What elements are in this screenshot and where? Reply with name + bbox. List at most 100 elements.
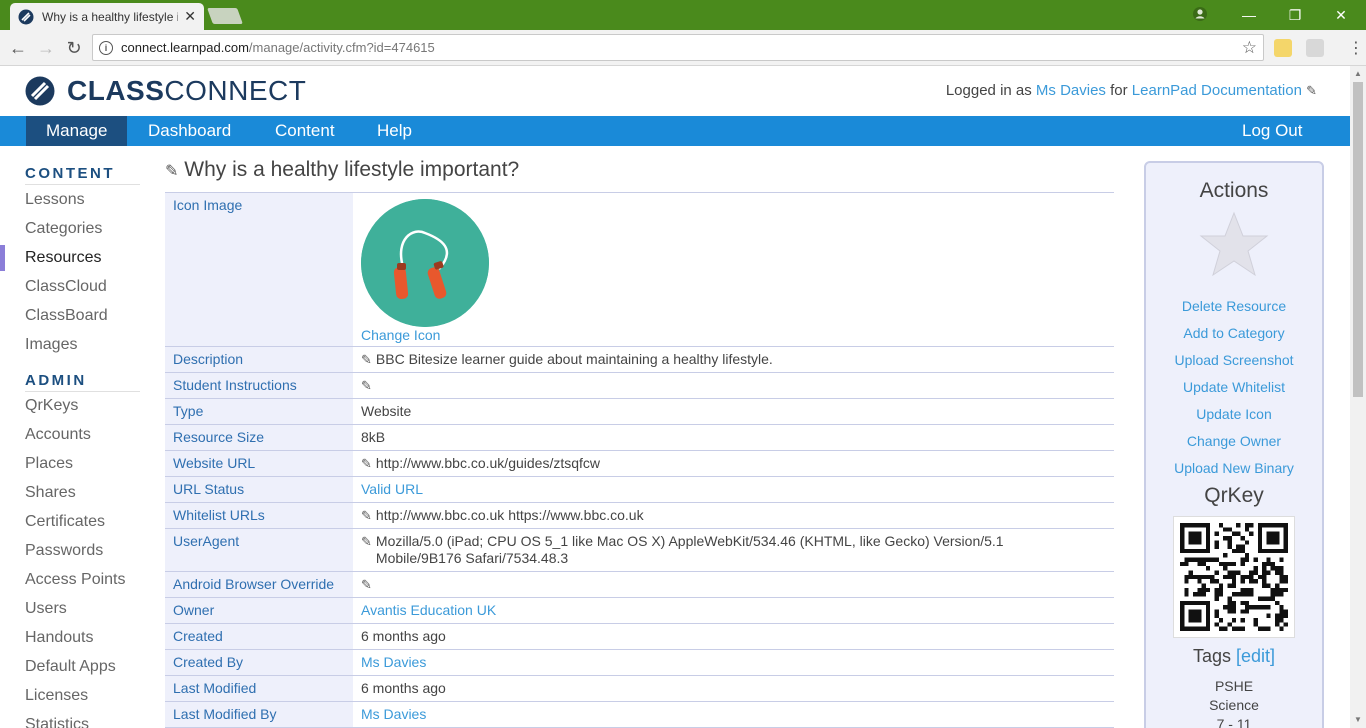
delete-resource-link[interactable]: Delete Resource xyxy=(1146,293,1322,320)
info-icon[interactable]: i xyxy=(99,40,113,55)
row-value: 6 months ago xyxy=(361,680,446,696)
tags-list: PSHE Science 7 - 11 xyxy=(1146,677,1322,728)
table-row: Created 6 months ago xyxy=(165,624,1114,650)
scroll-thumb[interactable] xyxy=(1353,82,1363,397)
useragent-text: Mozilla/5.0 (iPad; CPU OS 5_1 like Mac O… xyxy=(375,533,1004,566)
edit-pencil-icon[interactable]: ✎ xyxy=(361,351,372,368)
logout-button[interactable]: Log Out xyxy=(1222,116,1323,146)
sidebar-item-classboard[interactable]: ClassBoard xyxy=(25,307,108,325)
tag-item[interactable]: Science xyxy=(1146,696,1322,715)
sidebar-item-classcloud[interactable]: ClassCloud xyxy=(25,278,107,296)
upload-screenshot-link[interactable]: Upload Screenshot xyxy=(1146,347,1322,374)
edit-pencil-icon[interactable]: ✎ xyxy=(361,576,372,593)
add-to-category-link[interactable]: Add to Category xyxy=(1146,320,1322,347)
profile-icon[interactable] xyxy=(1190,4,1210,24)
created-by-link[interactable]: Ms Davies xyxy=(361,654,426,670)
table-row: Android Browser Override ✎ xyxy=(165,572,1114,598)
url-status-link[interactable]: Valid URL xyxy=(361,481,423,497)
table-row: UserAgent ✎ Mozilla/5.0 (iPad; CPU OS 5_… xyxy=(165,529,1114,572)
qr-code-icon xyxy=(1180,523,1288,631)
minimize-icon[interactable]: — xyxy=(1226,0,1272,30)
change-icon-link[interactable]: Change Icon xyxy=(361,327,1106,344)
row-value: ✎ BBC Bitesize learner guide about mainta… xyxy=(353,347,1114,372)
resource-details-table: Icon Image Change Icon Description ✎ BBC … xyxy=(165,192,1114,728)
upload-new-binary-link[interactable]: Upload New Binary xyxy=(1146,455,1322,482)
tag-item[interactable]: 7 - 11 xyxy=(1146,715,1322,728)
row-label: Android Browser Override xyxy=(165,572,353,597)
update-icon-link[interactable]: Update Icon xyxy=(1146,401,1322,428)
sidebar-item-shares[interactable]: Shares xyxy=(25,484,76,502)
sidebar-item-statistics[interactable]: Statistics xyxy=(25,716,89,728)
new-tab-button[interactable] xyxy=(207,8,243,24)
address-bar[interactable]: i connect.learnpad.com/manage/activity.c… xyxy=(92,34,1264,61)
row-value: ✎ http://www.bbc.co.uk https://www.bbc.co… xyxy=(353,503,1114,528)
cast-icon[interactable] xyxy=(1306,39,1324,57)
scroll-down-icon[interactable]: ▼ xyxy=(1350,712,1366,728)
table-row: Description ✎ BBC Bitesize learner guide … xyxy=(165,347,1114,373)
row-label: Student Instructions xyxy=(165,373,353,398)
user-link[interactable]: Ms Davies xyxy=(1036,82,1106,99)
browser-tab[interactable]: Why is a healthy lifestyle important? ✕ xyxy=(10,3,204,30)
owner-link[interactable]: Avantis Education UK xyxy=(361,602,496,618)
org-link[interactable]: LearnPad Documentation xyxy=(1132,82,1302,99)
sidebar-item-qrkeys[interactable]: QrKeys xyxy=(25,397,78,415)
page-scrollbar[interactable]: ▲ ▼ xyxy=(1350,66,1366,728)
edit-pencil-icon[interactable]: ✎ xyxy=(361,455,372,472)
modified-by-link[interactable]: Ms Davies xyxy=(361,706,426,722)
table-row: URL Status Valid URL xyxy=(165,477,1114,503)
back-arrow-icon[interactable]: ← xyxy=(6,36,30,60)
tab-title: Why is a healthy lifestyle important? xyxy=(42,9,178,24)
sidebar-item-places[interactable]: Places xyxy=(25,455,73,473)
bookmark-star-icon[interactable]: ☆ xyxy=(1242,38,1257,58)
sidebar-item-handouts[interactable]: Handouts xyxy=(25,629,94,647)
edit-pencil-icon[interactable]: ✎ xyxy=(361,507,372,524)
edit-pencil-icon[interactable]: ✎ xyxy=(361,377,372,394)
nav-content[interactable]: Content xyxy=(255,116,355,146)
row-label: Website URL xyxy=(165,451,353,476)
sidebar-item-resources[interactable]: Resources xyxy=(25,249,101,267)
edit-pencil-icon[interactable]: ✎ xyxy=(361,533,372,567)
sidebar-item-licenses[interactable]: Licenses xyxy=(25,687,88,705)
sidebar-item-access-points[interactable]: Access Points xyxy=(25,571,125,589)
sidebar-item-images[interactable]: Images xyxy=(25,336,77,354)
update-whitelist-link[interactable]: Update Whitelist xyxy=(1146,374,1322,401)
scroll-up-icon[interactable]: ▲ xyxy=(1350,66,1366,82)
nav-dashboard[interactable]: Dashboard xyxy=(128,116,251,146)
change-owner-link[interactable]: Change Owner xyxy=(1146,428,1322,455)
nav-help[interactable]: Help xyxy=(357,116,432,146)
close-tab-icon[interactable]: ✕ xyxy=(184,8,196,25)
row-label: Resource Size xyxy=(165,425,353,450)
actions-panel: Actions Delete Resource Add to Category … xyxy=(1144,161,1324,728)
sidebar-item-default-apps[interactable]: Default Apps xyxy=(25,658,116,676)
row-value: ✎ xyxy=(353,572,1114,597)
tags-edit-link[interactable]: [edit] xyxy=(1236,646,1275,666)
sidebar-item-passwords[interactable]: Passwords xyxy=(25,542,103,560)
row-value: ✎ xyxy=(353,373,1114,398)
sidebar-item-accounts[interactable]: Accounts xyxy=(25,426,91,444)
table-row: Owner Avantis Education UK xyxy=(165,598,1114,624)
sidebar-heading-admin: ADMIN xyxy=(25,372,87,389)
favourite-star-icon[interactable] xyxy=(1199,209,1269,279)
forward-arrow-icon[interactable]: → xyxy=(34,36,58,60)
edit-title-pencil-icon[interactable]: ✎ xyxy=(165,161,178,181)
extension-icon[interactable] xyxy=(1274,39,1292,57)
tag-item[interactable]: PSHE xyxy=(1146,677,1322,696)
row-label: Whitelist URLs xyxy=(165,503,353,528)
sidebar-item-lessons[interactable]: Lessons xyxy=(25,191,85,209)
row-label: Last Modified xyxy=(165,676,353,701)
sidebar-item-certificates[interactable]: Certificates xyxy=(25,513,105,531)
row-label: UserAgent xyxy=(165,529,353,571)
nav-manage[interactable]: Manage xyxy=(26,116,127,146)
sidebar-item-categories[interactable]: Categories xyxy=(25,220,102,238)
table-row: Last Modified 6 months ago xyxy=(165,676,1114,702)
browser-titlebar: Why is a healthy lifestyle important? ✕ … xyxy=(0,0,1366,30)
sidebar-item-users[interactable]: Users xyxy=(25,600,67,618)
restore-icon[interactable]: ❐ xyxy=(1272,0,1318,30)
edit-pencil-icon[interactable]: ✎ xyxy=(1306,83,1317,99)
logo[interactable]: CLASSCONNECT xyxy=(25,75,306,107)
window-close-icon[interactable]: ✕ xyxy=(1318,0,1364,30)
reload-icon[interactable]: ↻ xyxy=(62,36,86,60)
browser-menu-icon[interactable]: ⋮ xyxy=(1348,38,1364,58)
row-value: Avantis Education UK xyxy=(353,598,1114,623)
table-row: Whitelist URLs ✎ http://www.bbc.co.uk htt… xyxy=(165,503,1114,529)
